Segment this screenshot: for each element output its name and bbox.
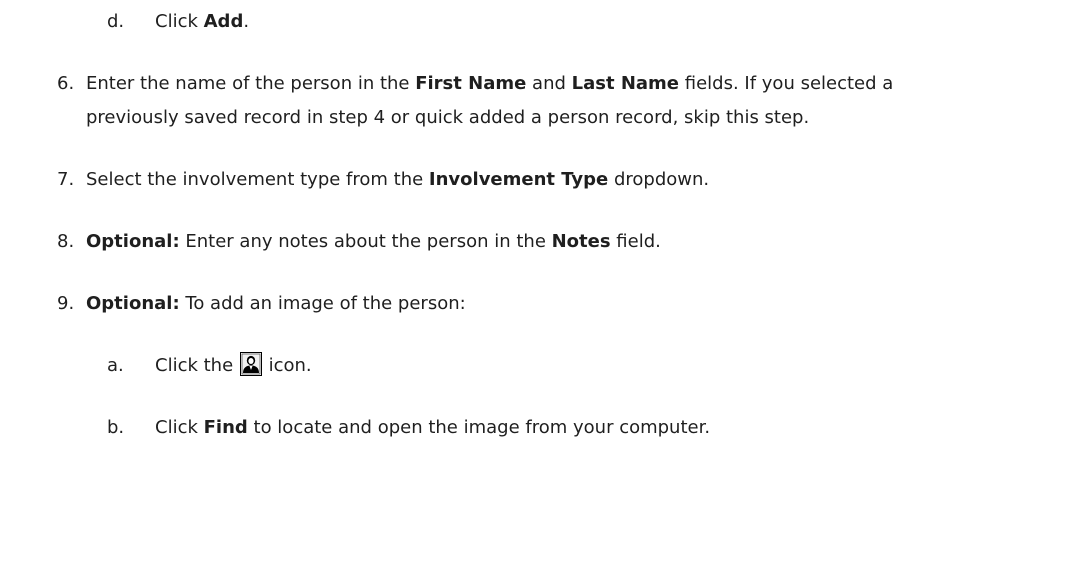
step-9: 9. Optional: To add an image of the perso… [57, 288, 466, 320]
step-8-text-end: field. [610, 231, 661, 252]
step-6: 6. Enter the name of the person in the Fi… [57, 68, 893, 100]
step-8: 8. Optional: Enter any notes about the pe… [57, 226, 661, 258]
step-6-continuation: previously saved record in step 4 or qui… [86, 107, 810, 128]
step-d: d. Click Add. [107, 6, 249, 38]
step-6-marker: 6. [57, 73, 75, 94]
step-d-text-end: . [243, 11, 250, 32]
person-silhouette-icon [239, 352, 262, 376]
step-6-text: Enter the name of the person in the [86, 73, 416, 94]
step-9b-text: Click [155, 417, 204, 438]
step-8-bold-optional: Optional: [86, 231, 180, 252]
step-6-text-mid: and [526, 73, 572, 94]
step-d-text: Click [155, 11, 204, 32]
step-9-text: To add an image of the person: [179, 293, 466, 314]
step-7-text-end: dropdown. [608, 169, 710, 190]
step-6-bold-last-name: Last Name [571, 73, 680, 94]
step-9a-text: Click the [155, 355, 239, 376]
step-7-marker: 7. [57, 169, 75, 190]
step-8-marker: 8. [57, 231, 75, 252]
step-d-marker: d. [107, 11, 125, 32]
step-7-bold-involvement-type: Involvement Type [428, 169, 609, 190]
instruction-document: d. Click Add. 6. Enter the name of the per… [0, 0, 1086, 579]
step-8-text: Enter any notes about the person in the [179, 231, 552, 252]
step-9-bold-optional: Optional: [86, 293, 180, 314]
step-9a-text-end: icon. [262, 355, 312, 376]
step-6-text-end: fields. If you selected a [679, 73, 894, 94]
step-9-marker: 9. [57, 293, 75, 314]
step-9b-marker: b. [107, 417, 125, 438]
step-d-bold-add: Add [203, 11, 244, 32]
step-6-line-2: previously saved record in step 4 or qui… [86, 102, 809, 134]
step-6-bold-first-name: First Name [415, 73, 527, 94]
step-9a-marker: a. [107, 355, 124, 376]
step-7-text: Select the involvement type from the [86, 169, 429, 190]
step-7: 7. Select the involvement type from the I… [57, 164, 709, 196]
step-8-bold-notes: Notes [551, 231, 611, 252]
step-9b-text-end: to locate and open the image from your c… [247, 417, 711, 438]
step-9b: b. Click Find to locate and open the imag… [107, 412, 710, 444]
step-9b-bold-find: Find [203, 417, 248, 438]
step-9a: a. Click the icon. [107, 350, 312, 382]
